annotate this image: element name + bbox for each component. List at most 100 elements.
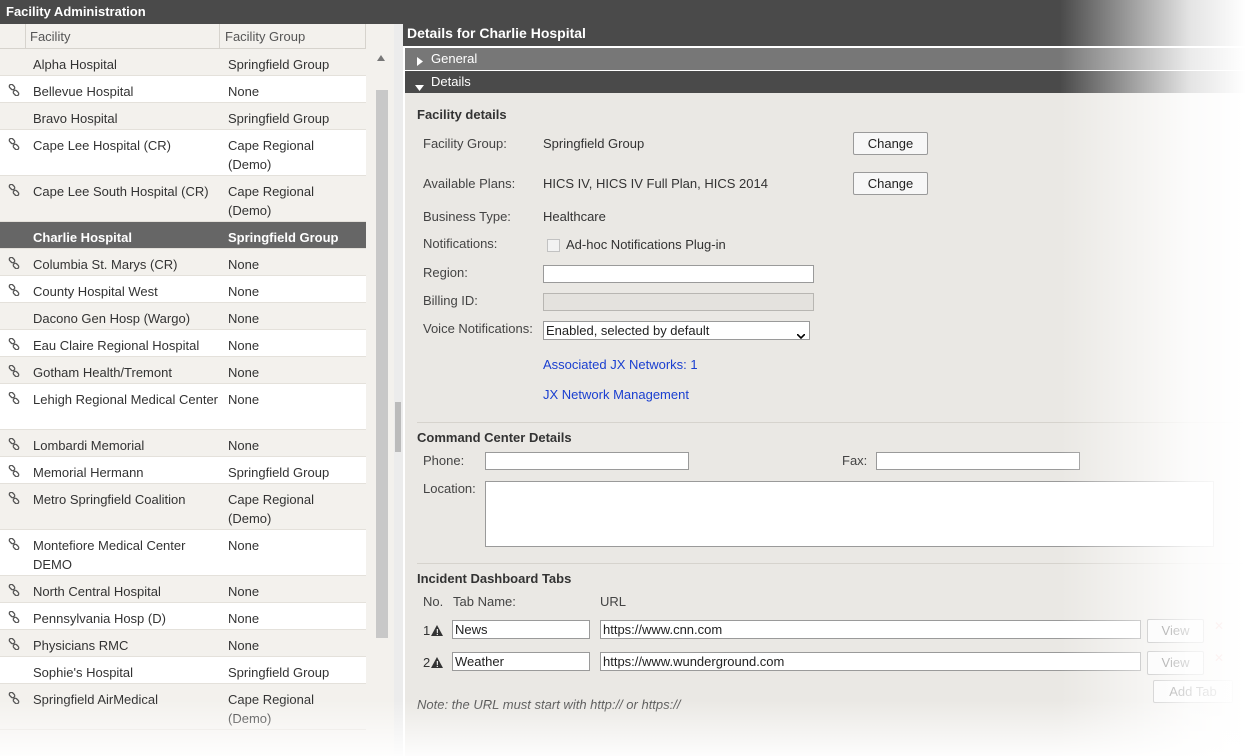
scrollbar-thumb[interactable] <box>376 90 388 638</box>
facility-name-cell: County Hospital West <box>33 284 158 299</box>
jx-network-management-link[interactable]: JX Network Management <box>543 387 689 402</box>
location-textarea[interactable] <box>485 481 1214 547</box>
link-icon <box>8 537 20 551</box>
scroll-up-icon[interactable] <box>377 55 385 61</box>
add-tab-button[interactable]: Add Tab <box>1153 680 1233 703</box>
facility-name-cell: Physicians RMC <box>33 638 129 653</box>
facility-group-cell: None <box>228 392 260 407</box>
view-tab-button[interactable]: View <box>1147 619 1204 643</box>
link-icon <box>8 437 20 451</box>
section-details-label: Details <box>431 74 471 89</box>
facility-name-cell: Memorial Hermann <box>33 465 144 480</box>
facility-group-cell: None <box>228 311 260 326</box>
fax-input[interactable] <box>876 452 1080 470</box>
delete-tab-icon[interactable]: ✕ <box>1214 651 1224 665</box>
chevron-down-icon <box>796 327 806 342</box>
table-row[interactable]: Dacono Gen Hosp (Wargo) None <box>0 303 366 330</box>
facility-name-cell: Eau Claire Regional Hospital <box>33 338 200 353</box>
facility-group-cell: Cape Regional (Demo) <box>228 492 315 526</box>
facility-group-cell: None <box>228 365 260 380</box>
link-icon <box>8 183 20 197</box>
link-icon <box>8 637 20 651</box>
tab-url-input[interactable] <box>600 620 1141 639</box>
billing-id-input[interactable] <box>543 293 814 311</box>
facility-name-cell: Bravo Hospital <box>33 111 118 126</box>
section-general[interactable]: General <box>405 48 1246 70</box>
table-row[interactable]: Charlie Hospital Springfield Group <box>0 222 366 249</box>
available-plans-value: HICS IV, HICS IV Full Plan, HICS 2014 <box>543 176 768 191</box>
table-row[interactable]: Alpha Hospital Springfield Group <box>0 49 366 76</box>
table-row[interactable]: Montefiore Medical Center DEMO None <box>0 530 366 576</box>
facility-name-cell: Springfield AirMedical <box>33 692 159 707</box>
facility-name-cell: Sophie's Hospital <box>33 665 134 680</box>
warning-icon: ! <box>431 625 443 637</box>
link-icon <box>8 610 20 624</box>
link-icon <box>8 83 20 97</box>
table-row[interactable]: Pennsylvania Hosp (D) None <box>0 603 366 630</box>
details-title: Details for Charlie Hospital <box>407 25 586 41</box>
table-row[interactable]: Cape Lee South Hospital (CR) Cape Regiona… <box>0 176 366 222</box>
tab-url-input[interactable] <box>600 652 1141 671</box>
expand-right-icon <box>417 54 423 69</box>
voice-notifications-select[interactable]: Enabled, selected by default <box>543 321 810 340</box>
column-no-label: No. <box>423 594 444 609</box>
phone-label: Phone: <box>423 453 465 468</box>
phone-input[interactable] <box>485 452 689 470</box>
link-icon <box>8 364 20 378</box>
facility-name-cell: Cape Lee Hospital (CR) <box>33 138 172 153</box>
facility-group-cell: None <box>228 438 260 453</box>
table-row[interactable]: Lombardi Memorial None <box>0 430 366 457</box>
scrollbar[interactable] <box>375 52 389 756</box>
app-title: Facility Administration <box>0 0 1246 24</box>
change-facility-group-button[interactable]: Change <box>853 132 928 155</box>
region-label: Region: <box>423 265 468 280</box>
section-general-label: General <box>431 51 478 66</box>
table-row[interactable]: Bellevue Hospital None <box>0 76 366 103</box>
column-header-facility-group[interactable]: Facility Group <box>225 29 305 44</box>
column-header-facility[interactable]: Facility <box>30 29 70 44</box>
table-row[interactable]: Memorial Hermann Springfield Group <box>0 457 366 484</box>
facility-list-panel: Facility Facility Group Alpha Hospital Sp… <box>0 24 394 756</box>
facility-name-cell: Bellevue Hospital <box>33 84 134 99</box>
incident-tabs-heading: Incident Dashboard Tabs <box>417 571 572 586</box>
table-row[interactable]: Gotham Health/Tremont None <box>0 357 366 384</box>
panel-splitter[interactable] <box>394 24 403 756</box>
view-tab-button[interactable]: View <box>1147 651 1204 675</box>
table-row[interactable]: Bravo Hospital Springfield Group <box>0 103 366 130</box>
region-input[interactable] <box>543 265 814 283</box>
details-content: Facility details Facility Group: Springf… <box>405 93 1246 756</box>
facility-name-cell: Lombardi Memorial <box>33 438 145 453</box>
tab-name-input[interactable] <box>452 652 590 671</box>
change-plans-button[interactable]: Change <box>853 172 928 195</box>
facility-name-cell: Dacono Gen Hosp (Wargo) <box>33 311 191 326</box>
tab-name-input[interactable] <box>452 620 590 639</box>
link-icon <box>8 583 20 597</box>
table-row[interactable]: Columbia St. Marys (CR) None <box>0 249 366 276</box>
adhoc-notifications-label: Ad-hoc Notifications Plug-in <box>566 237 726 252</box>
facility-group-cell: Springfield Group <box>228 465 330 480</box>
link-icon <box>8 283 20 297</box>
available-plans-label: Available Plans: <box>423 176 516 191</box>
table-row[interactable]: Cape Lee Hospital (CR) Cape Regional (Dem… <box>0 130 366 176</box>
splitter-handle[interactable] <box>395 402 401 452</box>
table-row[interactable]: North Central Hospital None <box>0 576 366 603</box>
table-row[interactable]: County Hospital West None <box>0 276 366 303</box>
associated-jx-networks-link[interactable]: Associated JX Networks: 1 <box>543 357 698 372</box>
billing-id-label: Billing ID: <box>423 293 478 308</box>
link-icon <box>8 491 20 505</box>
table-row[interactable]: Metro Springfield Coalition Cape Regional… <box>0 484 366 530</box>
link-icon <box>8 391 20 405</box>
tab-number: 2 <box>423 655 431 670</box>
facility-group-cell: Springfield Group <box>228 665 330 680</box>
section-details[interactable]: Details <box>405 71 1246 93</box>
facility-group-cell: None <box>228 538 260 553</box>
location-label: Location: <box>423 481 476 496</box>
table-row[interactable]: Eau Claire Regional Hospital None <box>0 330 366 357</box>
adhoc-notifications-checkbox[interactable] <box>547 239 560 252</box>
delete-tab-icon[interactable]: ✕ <box>1214 619 1224 633</box>
table-row[interactable]: Sophie's Hospital Springfield Group <box>0 657 366 684</box>
link-icon <box>8 256 20 270</box>
table-row[interactable]: Lehigh Regional Medical Center None <box>0 384 366 430</box>
table-row[interactable]: Physicians RMC None <box>0 630 366 657</box>
table-row[interactable]: Springfield AirMedical Cape Regional (Dem… <box>0 684 366 730</box>
